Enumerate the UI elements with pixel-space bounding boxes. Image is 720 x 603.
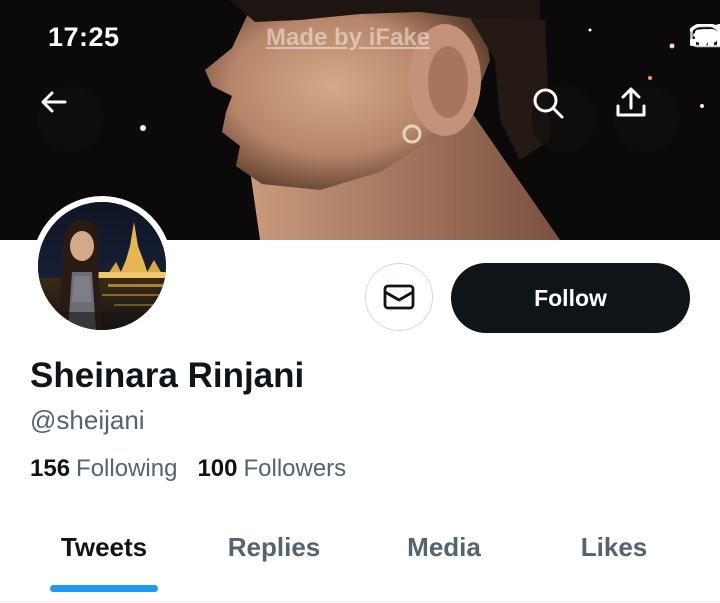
search-button[interactable] [531,86,597,152]
mail-icon [383,284,415,310]
tabs-divider [0,601,720,602]
search-icon [533,88,564,119]
tab-replies[interactable]: Replies [208,532,340,563]
tab-tweets[interactable]: Tweets [38,532,170,563]
followers-label: Followers [243,455,347,482]
profile-stats: 156 Following 100 Followers [30,455,346,483]
following-stat[interactable]: 156 Following [30,455,177,483]
share-button[interactable] [614,86,680,152]
message-button[interactable] [365,263,433,331]
watermark: Made by iFake [266,24,431,51]
avatar-photo [38,202,166,330]
profile-tabs: Tweets Replies Media Likes [0,512,720,603]
battery-icon [690,24,720,48]
display-name: Sheinara Rinjani [30,356,305,395]
arrow-left-icon [41,91,67,113]
following-count: 156 [30,455,71,482]
followers-stat[interactable]: 100 Followers [197,455,346,483]
back-button[interactable] [38,86,104,152]
tab-media[interactable]: Media [378,532,510,563]
active-tab-indicator [50,585,158,592]
followers-count: 100 [197,455,238,482]
status-bar: 17:25 Made by iFake [0,0,720,80]
tab-likes[interactable]: Likes [548,532,680,563]
share-upload-icon [616,87,646,117]
following-label: Following [76,455,178,482]
status-time: 17:25 [48,22,120,52]
profile-avatar[interactable] [32,196,172,336]
follow-button[interactable]: Follow [451,263,690,333]
user-handle: @sheijani [30,405,145,435]
